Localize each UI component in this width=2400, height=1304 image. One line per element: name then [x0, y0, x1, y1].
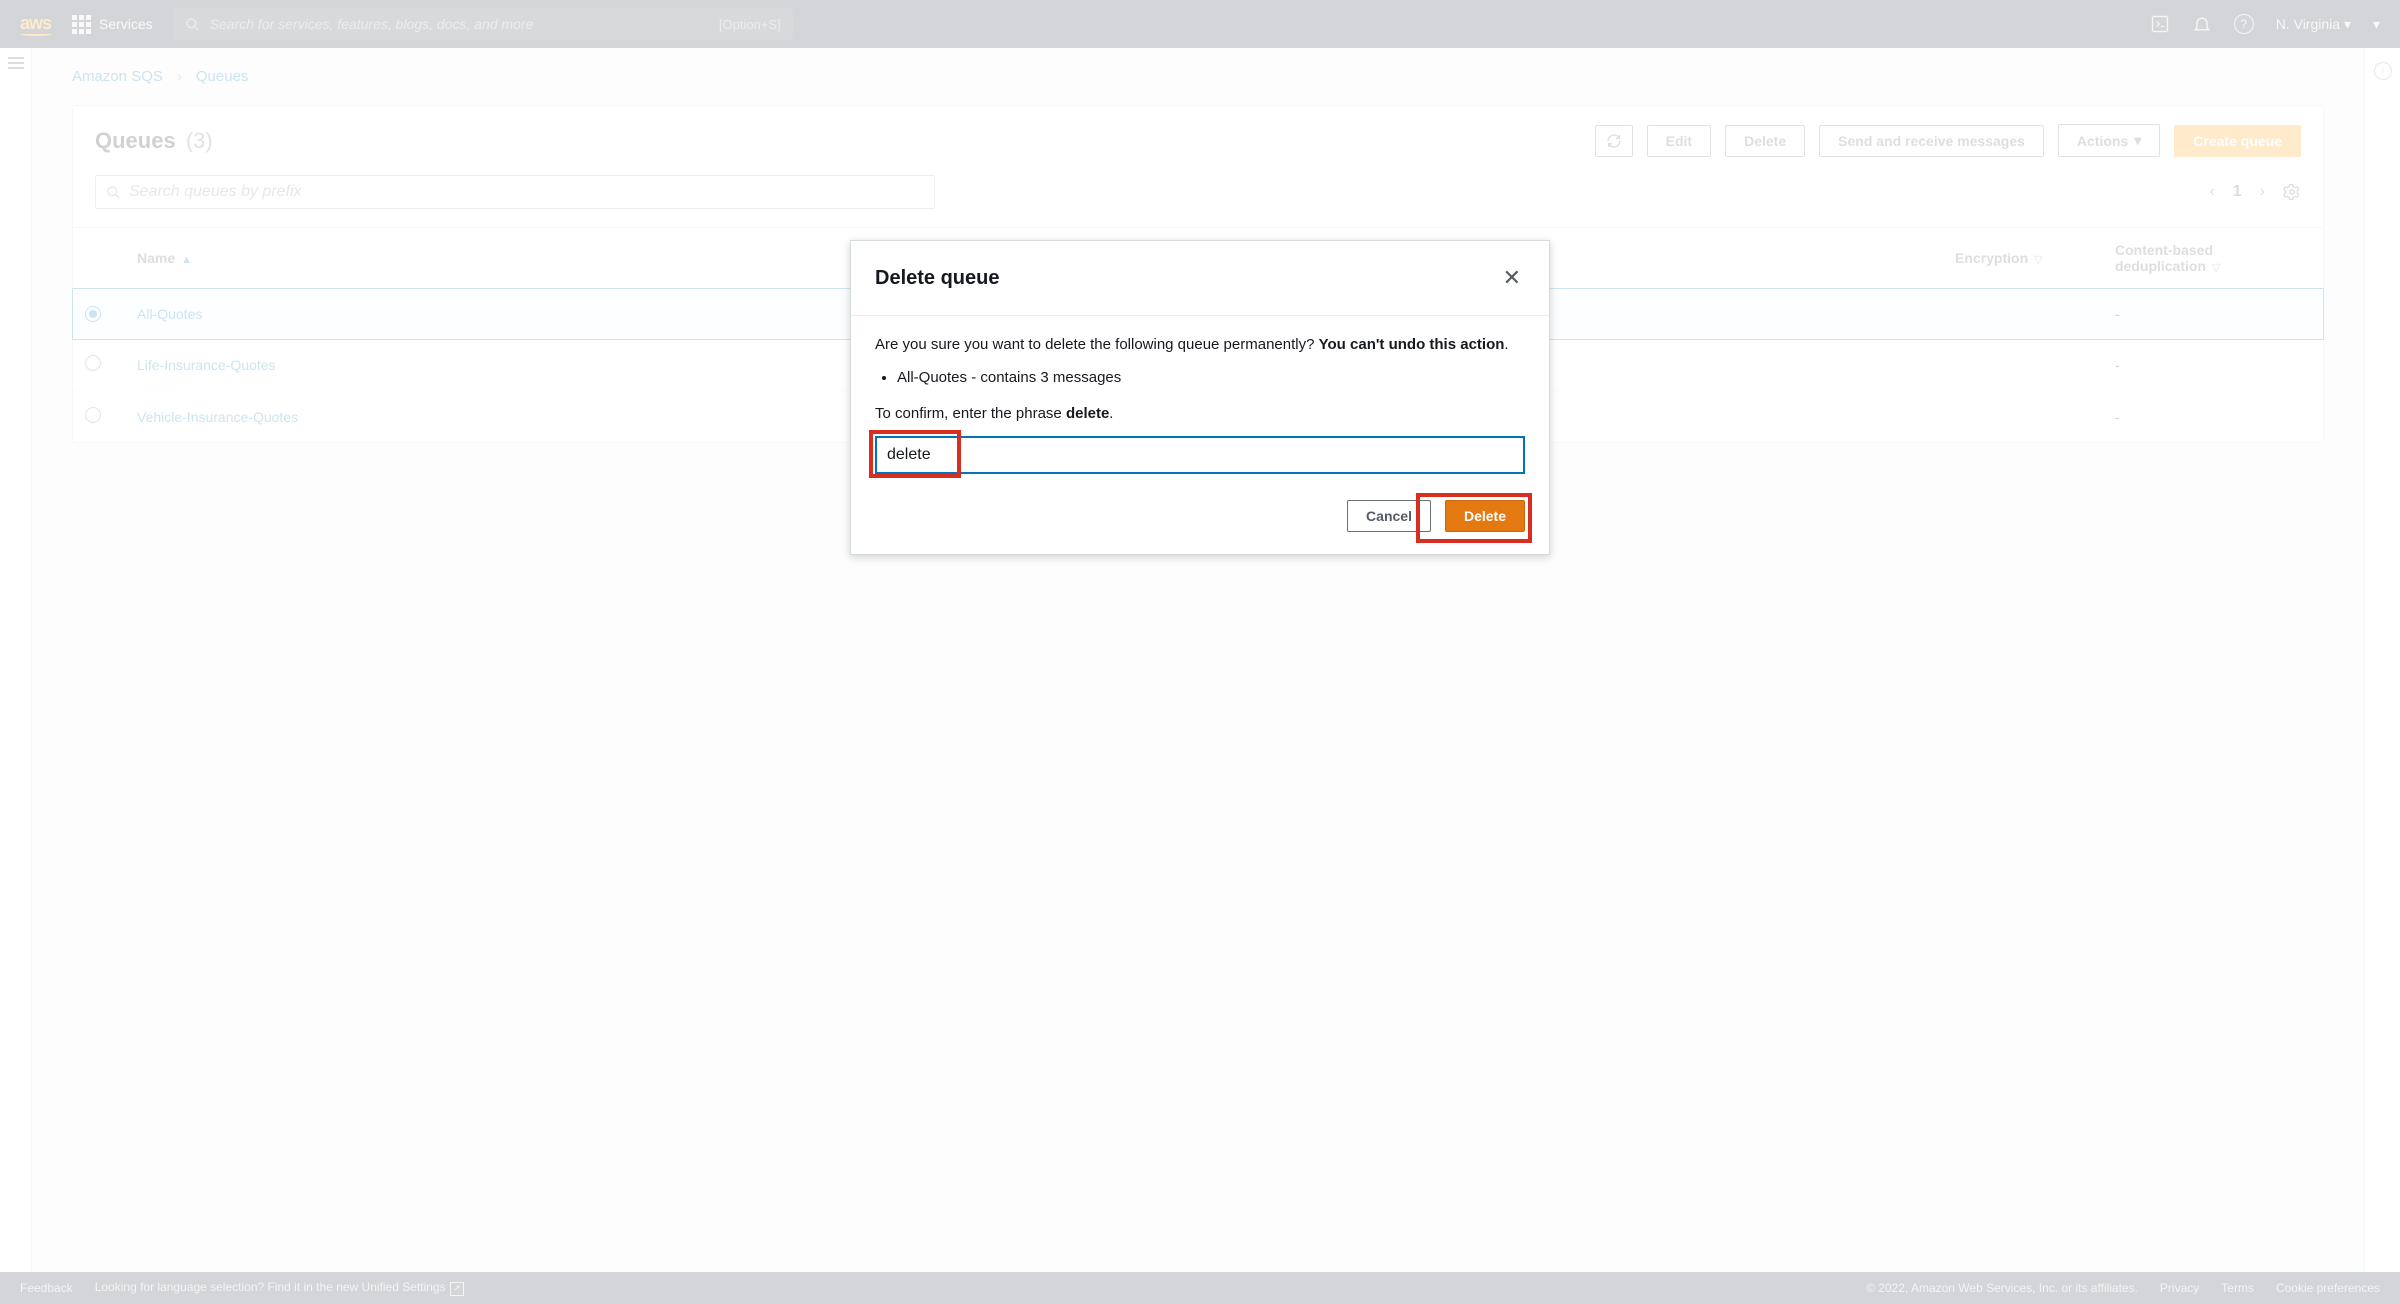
- confirm-delete-input[interactable]: [875, 436, 1525, 474]
- modal-delete-button[interactable]: Delete: [1445, 500, 1525, 532]
- delete-queue-modal: Delete queue ✕ Are you sure you want to …: [850, 240, 1550, 555]
- modal-queue-item: All-Quotes - contains 3 messages: [897, 367, 1525, 390]
- modal-cancel-button[interactable]: Cancel: [1347, 500, 1431, 532]
- modal-close-button[interactable]: ✕: [1499, 261, 1525, 295]
- modal-title: Delete queue: [875, 267, 999, 290]
- modal-confirm-prompt: To confirm, enter the phrase delete.: [875, 403, 1525, 426]
- modal-overlay: [0, 0, 2400, 1304]
- modal-warning: Are you sure you want to delete the foll…: [875, 334, 1525, 357]
